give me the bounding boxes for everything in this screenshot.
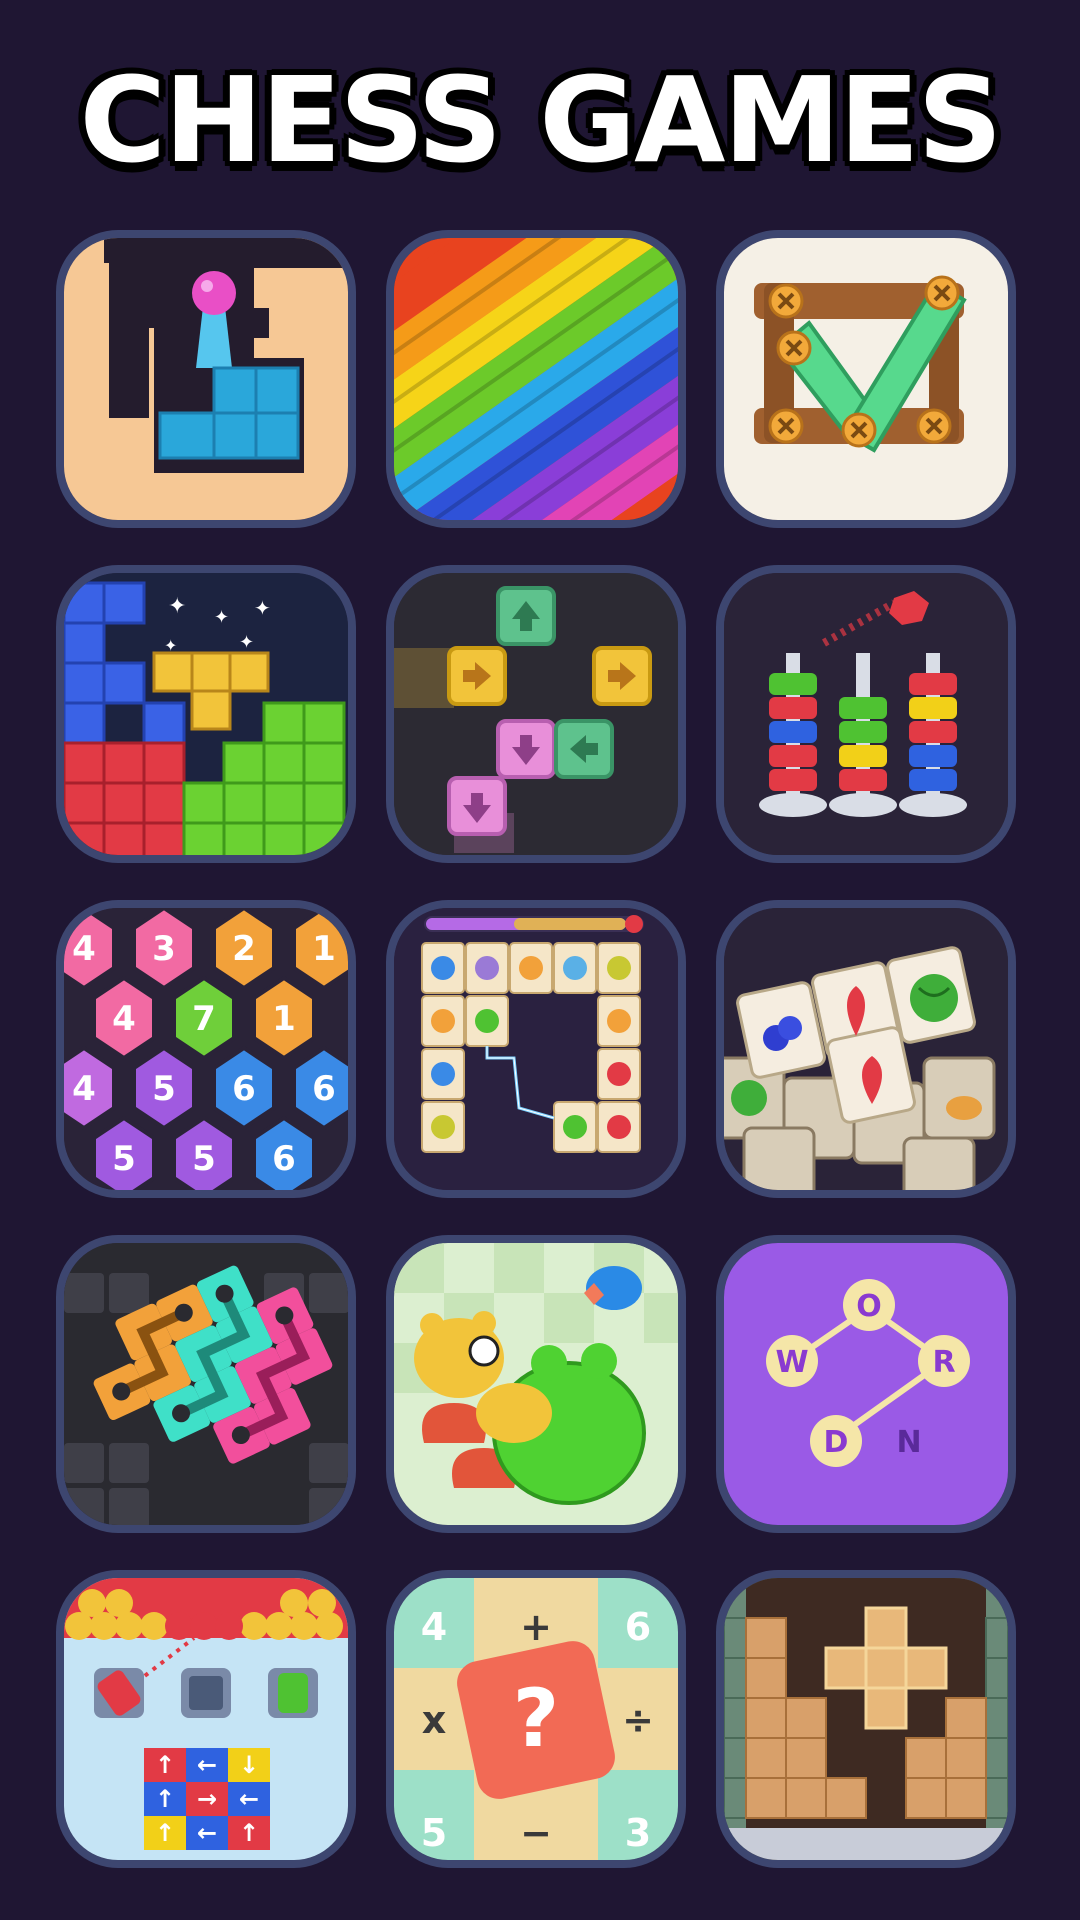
pipe-connect-icon xyxy=(64,1243,348,1525)
math-symbol: ÷ xyxy=(622,1698,654,1742)
game-tile-tile-match[interactable] xyxy=(716,900,1016,1198)
svg-text:✦: ✦ xyxy=(164,636,177,655)
math-symbol: − xyxy=(520,1811,552,1855)
game-tile-hexa-numbers[interactable]: 4 3 2 1 4 7 1 4 5 6 6 5 5 6 xyxy=(56,900,356,1198)
hex-number: 6 xyxy=(272,1139,296,1179)
letter: R xyxy=(932,1345,955,1380)
game-tile-ball-drop[interactable] xyxy=(56,230,356,528)
hex-number: 5 xyxy=(112,1139,136,1179)
svg-text:→: → xyxy=(197,1785,217,1813)
math-symbol: + xyxy=(520,1605,552,1649)
question-mark: ? xyxy=(513,1672,559,1765)
game-tile-rainbow-jam[interactable] xyxy=(386,230,686,528)
svg-text:↑: ↑ xyxy=(239,1819,259,1847)
svg-text:↑: ↑ xyxy=(155,1751,175,1779)
hex-number: 4 xyxy=(72,929,96,969)
nut-sort-icon xyxy=(724,573,1008,855)
math-symbol: x xyxy=(422,1698,447,1742)
hex-number: 5 xyxy=(152,1069,176,1109)
game-tile-word-connect[interactable]: O W R D N xyxy=(716,1235,1016,1533)
svg-text:↑: ↑ xyxy=(155,1785,175,1813)
svg-text:✦: ✦ xyxy=(239,632,254,653)
block-puzzle-icon: ✦ ✦ ✦ ✦ ✦ xyxy=(64,573,348,855)
hex-number: 1 xyxy=(312,929,336,969)
hex-number: 4 xyxy=(112,999,136,1039)
game-tile-bottle-shooter[interactable]: ↑ ← ↓ ↑ → ← ↑ ← ↑ xyxy=(56,1570,356,1868)
wood-block-icon xyxy=(724,1578,1008,1860)
svg-text:✦: ✦ xyxy=(168,594,186,619)
game-tile-nut-sort[interactable] xyxy=(716,565,1016,863)
math-symbol: 5 xyxy=(421,1811,447,1855)
game-grid: ✦ ✦ ✦ ✦ ✦ 4 3 2 1 4 7 1 4 5 6 6 5 5 6 O … xyxy=(0,0,1080,1920)
animal-merge-icon xyxy=(394,1243,678,1525)
svg-text:←: ← xyxy=(239,1785,259,1813)
hex-number: 6 xyxy=(232,1069,256,1109)
game-tile-wood-screw[interactable] xyxy=(716,230,1016,528)
letter: N xyxy=(896,1425,921,1460)
math-symbol: 6 xyxy=(625,1605,651,1649)
math-puzzle-icon: 4 6 5 3 + x ÷ − ? xyxy=(394,1578,678,1860)
hex-number: 5 xyxy=(192,1139,216,1179)
game-tile-pipe-connect[interactable] xyxy=(56,1235,356,1533)
game-tile-wood-block[interactable] xyxy=(716,1570,1016,1868)
hex-number: 1 xyxy=(272,999,296,1039)
letter: D xyxy=(824,1425,849,1460)
hexa-numbers-icon: 4 3 2 1 4 7 1 4 5 6 6 5 5 6 xyxy=(64,908,348,1190)
hex-number: 2 xyxy=(232,929,256,969)
letter: W xyxy=(775,1345,808,1380)
rainbow-jam-icon xyxy=(394,238,678,520)
game-tile-arrow-blocks[interactable] xyxy=(386,565,686,863)
svg-text:↑: ↑ xyxy=(155,1819,175,1847)
ball-drop-block-icon xyxy=(64,238,348,520)
word-connect-icon: O W R D N xyxy=(724,1243,1008,1525)
hex-number: 4 xyxy=(72,1069,96,1109)
game-tile-onet-connect[interactable] xyxy=(386,900,686,1198)
arrow-blocks-icon xyxy=(394,573,678,855)
svg-text:✦: ✦ xyxy=(254,596,271,620)
math-symbol: 3 xyxy=(625,1811,651,1855)
onet-connect-icon xyxy=(394,908,678,1190)
svg-text:↓: ↓ xyxy=(239,1751,259,1779)
bottle-shooter-icon: ↑ ← ↓ ↑ → ← ↑ ← ↑ xyxy=(64,1578,348,1860)
svg-text:←: ← xyxy=(197,1751,217,1779)
game-tile-block-puzzle[interactable]: ✦ ✦ ✦ ✦ ✦ xyxy=(56,565,356,863)
hex-number: 3 xyxy=(152,929,176,969)
hex-number: 7 xyxy=(192,999,216,1039)
math-symbol: 4 xyxy=(421,1605,447,1649)
game-tile-math-puzzle[interactable]: 4 6 5 3 + x ÷ − ? xyxy=(386,1570,686,1868)
game-tile-animal-merge[interactable] xyxy=(386,1235,686,1533)
tile-match-fruits-icon xyxy=(724,908,1008,1190)
wood-screw-check-icon xyxy=(724,238,1008,520)
letter: O xyxy=(856,1289,882,1324)
svg-text:✦: ✦ xyxy=(214,607,229,628)
hex-number: 6 xyxy=(312,1069,336,1109)
svg-text:←: ← xyxy=(197,1819,217,1847)
